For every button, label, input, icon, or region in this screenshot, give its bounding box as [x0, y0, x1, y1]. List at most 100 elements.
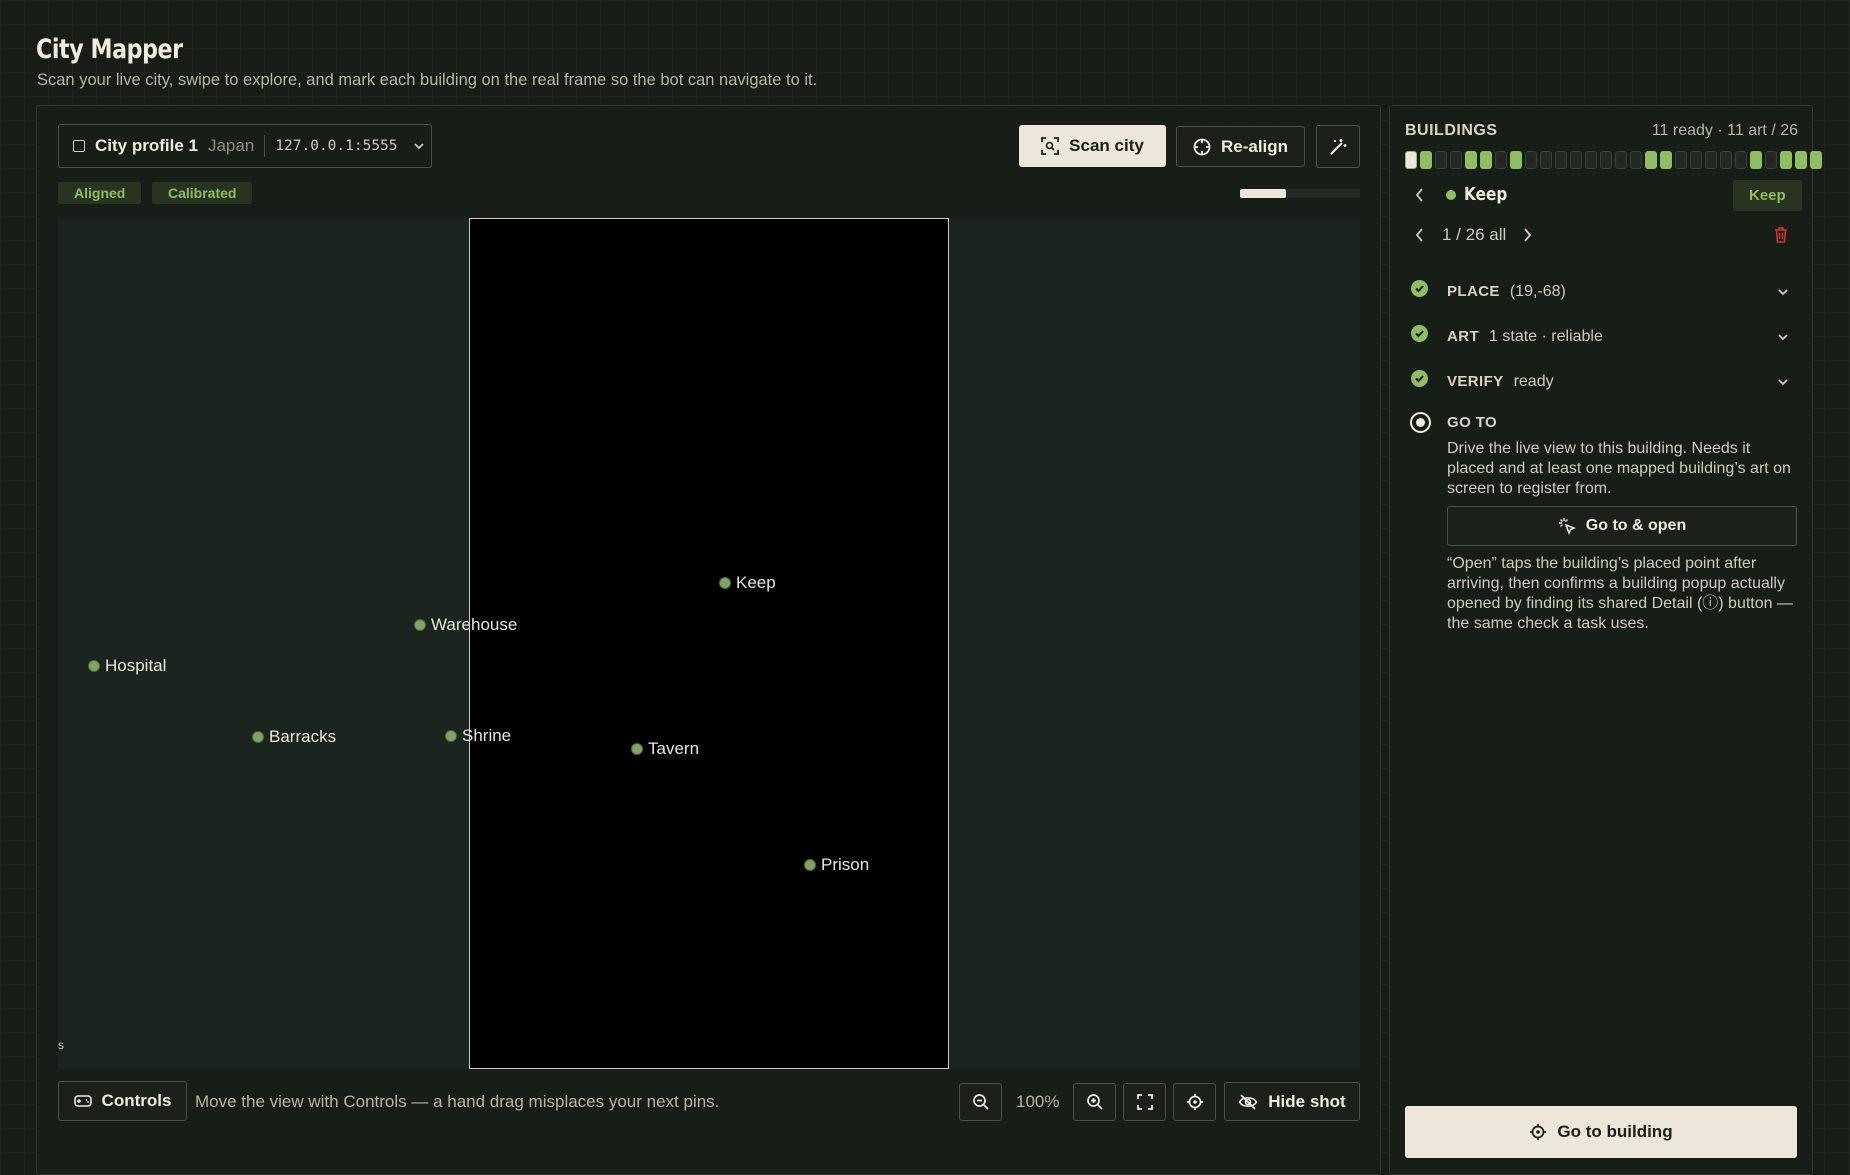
- map-pin-keep[interactable]: Keep: [719, 573, 776, 593]
- hide-shot-label: Hide shot: [1268, 1091, 1346, 1111]
- building-segment[interactable]: [1750, 151, 1762, 169]
- building-pager: 1 / 26 all: [1442, 225, 1507, 244]
- building-segment[interactable]: [1555, 151, 1567, 169]
- building-segment[interactable]: [1705, 151, 1717, 169]
- building-segment[interactable]: [1495, 151, 1507, 169]
- locate-icon: [1529, 1123, 1547, 1141]
- controls-button[interactable]: Controls: [58, 1081, 187, 1121]
- pin-label: Tavern: [648, 739, 700, 758]
- building-segment[interactable]: [1810, 151, 1822, 169]
- pin-marker: [719, 577, 731, 589]
- step-place-value: (19,-68): [1509, 283, 1566, 300]
- building-segment[interactable]: [1510, 151, 1522, 169]
- building-segment[interactable]: [1450, 151, 1462, 169]
- building-segment[interactable]: [1675, 151, 1687, 169]
- pin-label: Hospital: [105, 656, 167, 675]
- step-verify-value: ready: [1513, 373, 1554, 390]
- scan-city-button[interactable]: Scan city: [1019, 125, 1166, 167]
- map-pin-warehouse[interactable]: Warehouse: [414, 615, 517, 635]
- building-segment[interactable]: [1540, 151, 1552, 169]
- building-type-tag: Keep: [1733, 180, 1802, 211]
- building-segment[interactable]: [1630, 151, 1642, 169]
- goto-active-step-icon: [1410, 412, 1431, 433]
- sparkle-cursor-icon: [1558, 517, 1576, 535]
- building-segment[interactable]: [1435, 151, 1447, 169]
- step-place[interactable]: PLACE (19,-68): [1447, 283, 1566, 301]
- next-building-icon[interactable]: [1520, 226, 1534, 244]
- building-segment[interactable]: [1405, 151, 1417, 169]
- goto-open-note: “Open” taps the building’s placed point …: [1447, 555, 1793, 632]
- building-segment[interactable]: [1465, 151, 1477, 169]
- map-pin-barracks[interactable]: Barracks: [252, 727, 336, 747]
- building-segment[interactable]: [1660, 151, 1672, 169]
- pin-marker: [631, 743, 643, 755]
- building-segment[interactable]: [1765, 151, 1777, 169]
- building-segment[interactable]: [1645, 151, 1657, 169]
- pin-label: Keep: [736, 573, 776, 592]
- locate-button[interactable]: [1173, 1083, 1216, 1121]
- pin-marker: [88, 660, 100, 672]
- crosshair-icon: [1193, 138, 1211, 156]
- zoom-in-icon: [1086, 1093, 1104, 1111]
- art-done-check-icon: [1411, 325, 1428, 342]
- building-name: Keep: [1464, 184, 1508, 205]
- fit-screen-button[interactable]: [1123, 1083, 1166, 1121]
- map-pin-prison[interactable]: Prison: [804, 855, 869, 875]
- building-segment[interactable]: [1480, 151, 1492, 169]
- pin-label: Barracks: [269, 727, 337, 746]
- verify-done-check-icon: [1411, 370, 1428, 387]
- map-pin-hospital[interactable]: Hospital: [88, 656, 166, 676]
- building-segment[interactable]: [1735, 151, 1747, 169]
- go-to-building-button[interactable]: Go to building: [1405, 1106, 1797, 1158]
- building-segment[interactable]: [1525, 151, 1537, 169]
- chevron-down-icon[interactable]: [1776, 375, 1790, 389]
- map-pin-shrine[interactable]: Shrine: [445, 726, 511, 746]
- previous-building-icon[interactable]: [1413, 226, 1427, 244]
- building-segment[interactable]: [1615, 151, 1627, 169]
- step-verify[interactable]: VERIFY ready: [1447, 373, 1554, 391]
- building-segment[interactable]: [1720, 151, 1732, 169]
- place-done-check-icon: [1411, 280, 1428, 297]
- scan-progress-fill: [1240, 189, 1286, 198]
- delete-icon[interactable]: [1773, 226, 1789, 244]
- magic-wand-icon: [1328, 137, 1348, 157]
- building-segment[interactable]: [1600, 151, 1612, 169]
- hide-shot-button[interactable]: Hide shot: [1224, 1082, 1360, 1121]
- step-art[interactable]: ART 1 state · reliable: [1447, 328, 1603, 346]
- controls-label: Controls: [101, 1091, 172, 1110]
- realign-button[interactable]: Re-align: [1176, 126, 1305, 167]
- back-chevron-icon[interactable]: [1413, 186, 1427, 204]
- building-status-dot: [1446, 190, 1456, 200]
- page-subtitle: Scan your live city, swipe to explore, a…: [37, 71, 818, 89]
- goto-description: Drive the live view to this building. Ne…: [1447, 440, 1791, 497]
- building-segment[interactable]: [1795, 151, 1807, 169]
- city-profile-select[interactable]: City profile 1 Japan 127.0.0.1:5555: [58, 124, 432, 168]
- pin-label: Shrine: [462, 726, 512, 745]
- buildings-sidebar: [1389, 105, 1813, 1175]
- step-goto-label: GO TO: [1447, 414, 1498, 431]
- pin-marker: [252, 731, 264, 743]
- profile-address: 127.0.0.1:5555: [275, 138, 398, 154]
- chevron-down-icon[interactable]: [1776, 330, 1790, 344]
- building-segment[interactable]: [1420, 151, 1432, 169]
- chevron-down-icon[interactable]: [1776, 285, 1790, 299]
- go-to-open-button[interactable]: Go to & open: [1447, 506, 1797, 546]
- magic-wand-button[interactable]: [1316, 125, 1360, 168]
- building-segment[interactable]: [1690, 151, 1702, 169]
- eye-off-icon: [1238, 1093, 1258, 1110]
- building-segment[interactable]: [1585, 151, 1597, 169]
- expand-icon: [1136, 1093, 1154, 1111]
- zoom-out-icon: [972, 1093, 990, 1111]
- city-map-canvas[interactable]: Keep Warehouse Hospital Barracks Shrine …: [58, 218, 1360, 1069]
- zoom-out-button[interactable]: [959, 1083, 1002, 1121]
- map-pin-tavern[interactable]: Tavern: [631, 739, 699, 759]
- profile-checkbox[interactable]: [73, 140, 85, 152]
- step-verify-label: VERIFY: [1447, 373, 1504, 390]
- zoom-level: 100%: [1016, 1092, 1060, 1111]
- building-segment[interactable]: [1780, 151, 1792, 169]
- step-art-label: ART: [1447, 328, 1480, 345]
- building-segment[interactable]: [1570, 151, 1582, 169]
- profile-name: City profile 1: [95, 136, 198, 155]
- zoom-in-button[interactable]: [1073, 1083, 1116, 1121]
- scan-progress-bar: [1240, 189, 1360, 198]
